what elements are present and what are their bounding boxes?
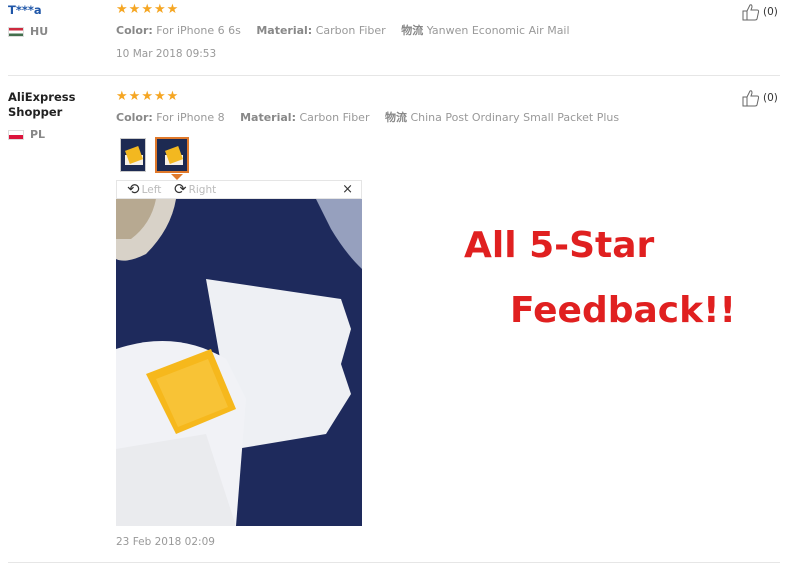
photo-viewer-toolbar: ⟲ Left ⟳ Right × — [116, 180, 362, 199]
rotate-left-button[interactable]: ⟲ Left — [127, 182, 161, 197]
star-icon: ★ — [166, 89, 179, 104]
rotate-right-label: Right — [188, 183, 217, 196]
promo-line-1: All 5-Star — [464, 225, 655, 266]
review-photo-image — [116, 199, 362, 526]
country-code: HU — [30, 25, 49, 38]
photo-thumbnails — [120, 137, 189, 173]
thumbs-up-icon — [742, 90, 760, 107]
color-value: For iPhone 8 — [156, 111, 225, 124]
like-count: (0) — [763, 92, 778, 104]
hungary-flag-icon — [8, 26, 24, 37]
material-value: Carbon Fiber — [299, 111, 370, 124]
star-icon: ★ — [153, 89, 166, 104]
country-code: PL — [30, 128, 46, 141]
color-label: Color: — [116, 111, 153, 124]
like-count: (0) — [763, 6, 778, 18]
review-divider — [8, 75, 780, 76]
rotate-right-button[interactable]: ⟳ Right — [174, 182, 216, 197]
photo-thumbnail-2-selected[interactable] — [155, 137, 189, 173]
star-rating: ★ ★ ★ ★ ★ — [116, 3, 178, 16]
helpful-button[interactable]: (0) — [742, 3, 778, 21]
rotate-right-icon: ⟳ — [174, 180, 187, 198]
star-icon: ★ — [128, 2, 141, 17]
star-icon: ★ — [153, 2, 166, 17]
star-icon: ★ — [166, 2, 179, 17]
review-date: 10 Mar 2018 09:53 — [116, 48, 217, 60]
shipping-label: 物流 — [384, 111, 407, 124]
reviewer-country: PL — [8, 128, 45, 141]
shipping-value: China Post Ordinary Small Packet Plus — [410, 111, 620, 124]
shipping-value: Yanwen Economic Air Mail — [426, 24, 570, 37]
material-label: Material: — [256, 24, 313, 37]
star-rating: ★ ★ ★ ★ ★ — [116, 90, 178, 103]
order-details: Color: For iPhone 6 6s Material: Carbon … — [116, 22, 570, 38]
order-details: Color: For iPhone 8 Material: Carbon Fib… — [116, 109, 619, 125]
promo-line-2: Feedback!! — [510, 290, 736, 331]
shipping-label: 物流 — [401, 24, 424, 37]
reviewer-name: AliExpress Shopper — [8, 90, 76, 119]
star-icon: ★ — [141, 89, 153, 104]
rotate-left-icon: ⟲ — [127, 180, 140, 198]
color-value: For iPhone 6 6s — [156, 24, 241, 37]
star-icon: ★ — [128, 89, 141, 104]
review-photo — [116, 199, 362, 526]
thumbs-up-icon — [742, 4, 760, 21]
poland-flag-icon — [8, 129, 24, 140]
star-icon: ★ — [141, 2, 153, 17]
review-date: 23 Feb 2018 02:09 — [116, 536, 215, 548]
close-icon[interactable]: × — [342, 182, 353, 197]
star-icon: ★ — [116, 2, 128, 17]
rotate-left-label: Left — [141, 183, 162, 196]
photo-thumbnail-1[interactable] — [120, 138, 146, 172]
material-value: Carbon Fiber — [315, 24, 386, 37]
helpful-button[interactable]: (0) — [742, 89, 778, 107]
reviewer-country: HU — [8, 25, 48, 38]
reviewer-name[interactable]: T***a — [8, 3, 42, 18]
review-divider — [8, 562, 780, 563]
material-label: Material: — [240, 111, 296, 124]
star-icon: ★ — [116, 89, 128, 104]
color-label: Color: — [116, 24, 153, 37]
